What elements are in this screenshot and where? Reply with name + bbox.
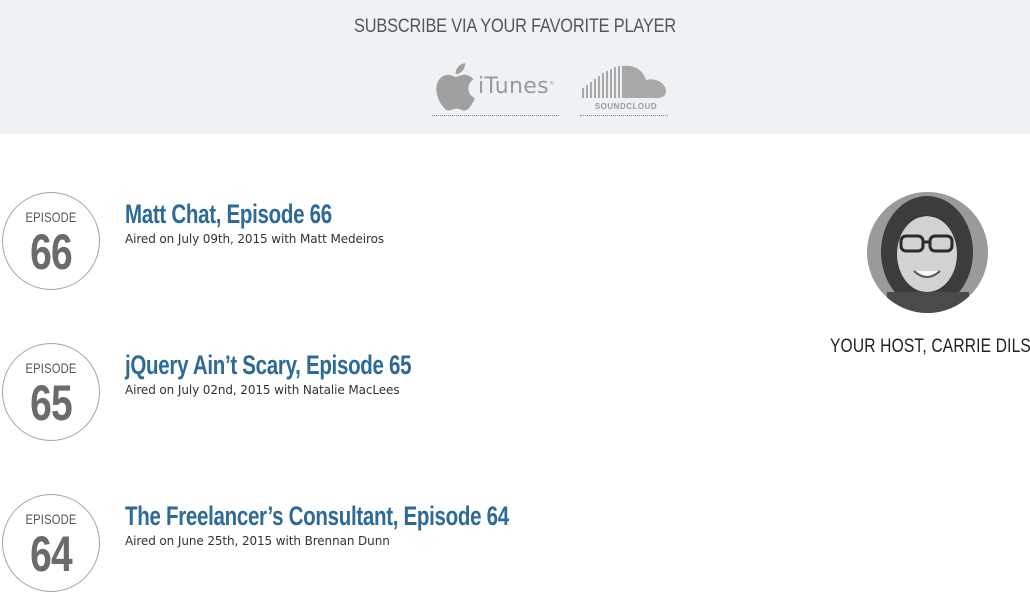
episode-item: EPISODE 65 jQuery Ain’t Scary, Episode 6… <box>0 343 760 443</box>
episode-badge: EPISODE 64 <box>2 494 100 592</box>
episode-number: 66 <box>30 224 73 280</box>
subscribe-title: SUBSCRIBE VIA YOUR FAVORITE PLAYER <box>354 16 676 37</box>
subscribe-bar: SUBSCRIBE VIA YOUR FAVORITE PLAYER iTune… <box>0 0 1030 134</box>
soundcloud-label: SOUNDCLOUD <box>594 102 658 111</box>
episode-item: EPISODE 66 Matt Chat, Episode 66 Aired o… <box>0 192 760 292</box>
episode-number: 64 <box>30 526 73 582</box>
host-label: YOUR HOST, CARRIE DILS <box>830 336 1030 357</box>
episode-meta: Aired on June 25th, 2015 with Brennan Du… <box>125 534 390 548</box>
soundcloud-link[interactable]: SOUNDCLOUD <box>580 60 668 116</box>
episode-meta: Aired on July 09th, 2015 with Matt Medei… <box>125 232 384 246</box>
episode-title-link[interactable]: Matt Chat, Episode 66 <box>125 199 332 230</box>
host-avatar <box>867 192 988 313</box>
episode-title-link[interactable]: The Freelancer’s Consultant, Episode 64 <box>125 501 509 532</box>
apple-icon <box>436 63 475 111</box>
itunes-link[interactable]: iTunes ® <box>432 62 559 116</box>
episode-item: EPISODE 64 The Freelancer’s Consultant, … <box>0 494 760 594</box>
soundcloud-icon <box>582 65 666 98</box>
episode-badge: EPISODE 66 <box>2 192 100 290</box>
episode-title-link[interactable]: jQuery Ain’t Scary, Episode 65 <box>125 350 412 381</box>
episode-number: 65 <box>30 375 73 431</box>
itunes-trademark: ® <box>550 81 554 87</box>
episode-badge: EPISODE 65 <box>2 343 100 441</box>
episode-meta: Aired on July 02nd, 2015 with Natalie Ma… <box>125 383 400 397</box>
itunes-label: iTunes <box>478 74 549 99</box>
